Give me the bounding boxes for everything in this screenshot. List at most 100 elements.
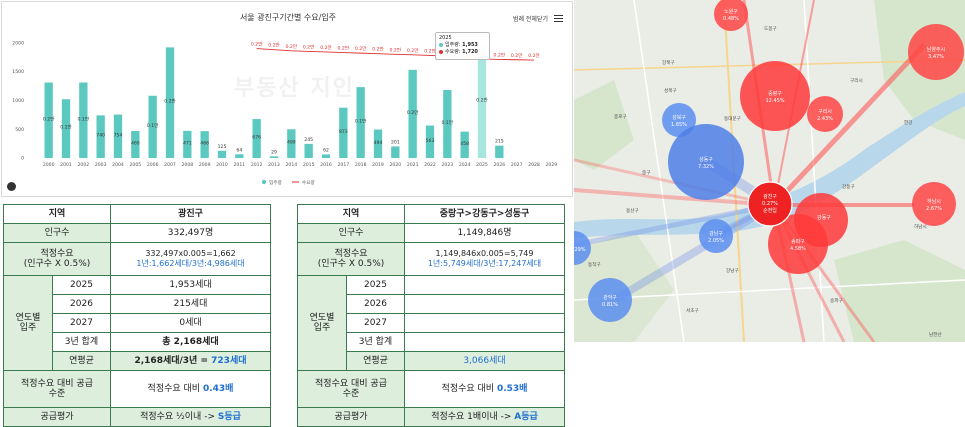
supply-eval-label: 공급평가 — [3, 407, 111, 427]
map-label-seongbuk: 성북구 — [664, 87, 677, 94]
migration-map-svg[interactable]: 강북구 도봉구 종로구 동대문구 성북구 중구 용산구 강남구 서초구 동작구 … — [574, 0, 965, 342]
supply-ratio-value: 적정수요 대비 0.53배 — [404, 370, 565, 408]
center-pct: 0.27% — [762, 201, 778, 207]
x-tick-label: 2029 — [545, 162, 557, 168]
y-tick-label: 2000 — [12, 40, 24, 46]
bar-data-label: 0.2만 — [60, 124, 72, 131]
menu-icon[interactable] — [554, 15, 563, 22]
bubble-left-edge-pct: 29% — [574, 247, 585, 253]
x-tick-label: 2012 — [251, 162, 263, 168]
map-label-jung: 중구 — [642, 170, 650, 176]
demand-data-label: 0.2만 — [494, 51, 506, 58]
x-tick-label: 2010 — [216, 162, 228, 168]
population-value: 1,149,846명 — [404, 223, 565, 243]
supply-eval-value: 적정수요 ½이내 -> S등급 — [110, 407, 271, 427]
bar-data-label: 62 — [323, 147, 329, 153]
annual-average-label: 연평균 — [346, 351, 405, 371]
tooltip-demand-dot — [439, 49, 443, 54]
x-tick-label: 2003 — [95, 162, 107, 168]
x-tick-label: 2028 — [528, 162, 540, 168]
chart-menu[interactable]: 범례 전체닫기 — [513, 14, 563, 23]
year-2025-value — [404, 275, 565, 295]
supply-bar — [235, 154, 244, 158]
map-label-yongsan: 용산구 — [626, 207, 639, 214]
x-tick-label: 2017 — [337, 162, 349, 168]
annual-average-label: 연평균 — [52, 351, 111, 371]
x-tick-label: 2027 — [511, 162, 523, 168]
demand-data-label: 0.2만 — [303, 43, 315, 50]
bubble-hanam-name: 하남시 — [927, 198, 941, 205]
bar-data-label: 676 — [252, 135, 261, 141]
chart-tooltip: 2025 입주량: 1,953 수요량: 1,720 — [435, 32, 490, 60]
supply-bar — [391, 146, 400, 158]
bar-data-label: 245 — [304, 137, 313, 143]
year-2026-value — [404, 294, 565, 314]
x-tick-label: 2019 — [372, 162, 384, 168]
x-tick-label: 2018 — [355, 162, 367, 168]
bar-data-label: 0.1만 — [355, 118, 367, 125]
map-label-guri: 구리시 — [850, 77, 863, 84]
bubble-gwanak-name: 관악구 — [603, 294, 617, 301]
legend-toggle-button[interactable]: 범례 전체닫기 — [513, 14, 548, 23]
bar-data-label: 494 — [374, 140, 383, 146]
y-tick-label: 500 — [15, 127, 24, 133]
bar-data-label: 0.2만 — [476, 97, 488, 104]
demand-data-label: 0.2만 — [320, 44, 332, 51]
x-tick-label: 2023 — [441, 162, 453, 168]
supply-table-gwangjin: 지역 광진구 인구수 332,497명 적정수요 (인구수 X 0.5%) 332… — [3, 204, 271, 427]
x-tick-label: 2026 — [493, 162, 505, 168]
tooltip-demand: 수요량: 1,720 — [439, 49, 486, 56]
map-label-han-river: 한강 — [904, 119, 913, 126]
bubble-nowon-name: 노원구 — [724, 8, 738, 15]
bar-data-label: 64 — [236, 147, 242, 153]
bar-data-label: 466 — [200, 141, 209, 147]
map-label-gangdong: 강동구 — [842, 183, 855, 190]
bubble-seongbuk-name: 성북구 — [672, 114, 686, 121]
bar-data-label: 458 — [460, 141, 469, 147]
map-label-gangbuk: 강북구 — [662, 59, 675, 66]
bar-data-label: 201 — [391, 139, 400, 145]
supply-eval-value: 적정수요 1배이내 -> A등급 — [404, 407, 565, 427]
header-region: 지역 — [297, 204, 405, 224]
bubble-gangdong-name: 강동구 — [817, 214, 831, 221]
x-tick-label: 2008 — [181, 162, 193, 168]
demand-data-label: 0.2만 — [390, 46, 402, 53]
x-tick-label: 2022 — [424, 162, 436, 168]
demand-data-label: 0.2만 — [528, 52, 540, 59]
map-label-dobong: 도봉구 — [764, 26, 777, 32]
bubble-namyangju-pct: 3.47% — [928, 54, 944, 60]
bubble-seongbuk-pct: 1.65% — [671, 122, 687, 128]
bar-data-label: 0.2만 — [407, 109, 419, 116]
year-2025: 2025 — [52, 275, 111, 295]
bubble-gwanak-pct: 0.81% — [602, 302, 618, 308]
migration-map[interactable]: 강북구 도봉구 종로구 동대문구 성북구 중구 용산구 강남구 서초구 동작구 … — [574, 0, 965, 342]
supply-demand-chart-panel: 부동산 지인 서울 광진구기간별 수요/입주 0 500 1000 1500 2000 … — [1, 1, 573, 197]
legend-supply-label[interactable]: 입주량 — [269, 179, 282, 186]
bar-data-label: 563 — [426, 138, 435, 144]
demand-data-label: 0.2만 — [338, 45, 350, 52]
demand-data-label: 0.2만 — [355, 45, 367, 52]
y-tick-label: 1000 — [12, 98, 24, 104]
demand-data-label: 0.2만 — [407, 47, 419, 54]
legend-demand-label[interactable]: 수요량 — [302, 179, 315, 186]
bar-data-label: 740 — [96, 133, 105, 139]
site-logo-icon[interactable] — [7, 182, 16, 191]
bubble-gangnam-pct: 2.05% — [708, 238, 724, 244]
bubble-guri-pct: 2.43% — [817, 116, 833, 122]
x-tick-label: 2002 — [77, 162, 89, 168]
x-tick-label: 2001 — [60, 162, 72, 168]
x-tick-label: 2024 — [459, 162, 471, 168]
x-tick-label: 2016 — [320, 162, 332, 168]
map-label-namhansan: 남한산 — [929, 331, 942, 338]
x-tick-label: 2014 — [285, 162, 297, 168]
x-tick-label: 2006 — [147, 162, 159, 168]
proper-demand-label: 적정수요 (인구수 X 0.5%) — [297, 242, 405, 276]
bar-data-label: 0.2만 — [164, 98, 176, 105]
supply-bar — [217, 150, 227, 158]
bubble-jungnang-pct: 12.45% — [765, 98, 784, 104]
tooltip-supply-dot — [439, 42, 443, 47]
yearly-supply-label: 연도별 입주 — [297, 275, 347, 371]
x-tick-label: 2021 — [407, 162, 419, 168]
supply-bar — [304, 143, 313, 158]
year-2027-value: 0세대 — [110, 313, 271, 333]
